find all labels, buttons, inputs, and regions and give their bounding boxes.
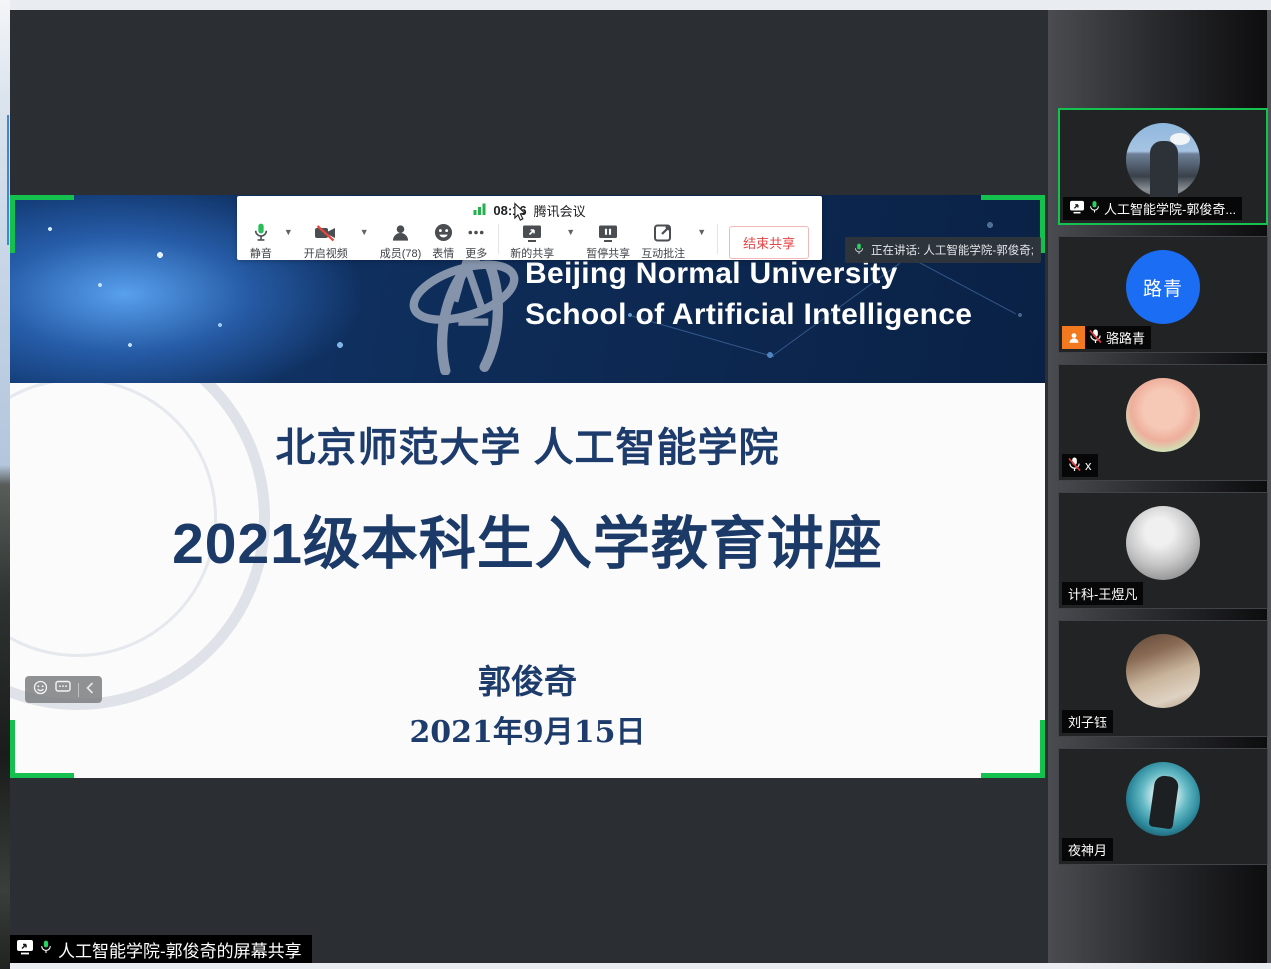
speaking-indicator: 正在讲话: 人工智能学院-郭俊奇; [845,237,1041,263]
mute-label: 静音 [250,245,272,261]
participant-label: 刘子钰 [1062,710,1113,733]
annotate-pen-icon [653,222,673,243]
toolbar-divider [717,224,718,254]
signal-icon [473,203,486,218]
mic-on-icon [1089,200,1100,217]
participant-name: 骆路青 [1106,328,1145,347]
toolbar-divider [498,224,499,254]
pause-share-label: 暂停共享 [586,245,630,261]
mute-dropdown-caret-icon[interactable]: ▼ [284,227,293,237]
avatar: 路青 [1126,250,1200,324]
share-status-text: 人工智能学院-郭俊奇的屏幕共享 [58,937,302,962]
participant-label: 夜神月 [1062,838,1113,861]
annotate-button[interactable]: 互动批注 [641,222,685,261]
end-share-button[interactable]: 结束共享 [729,226,809,259]
pause-share-button[interactable]: 暂停共享 [586,222,630,261]
participant-name: 夜神月 [1068,840,1107,859]
annotate-label: 互动批注 [641,245,685,261]
share-bracket-bottom-right [981,720,1045,778]
participant-name: 人工智能学院-郭俊奇... [1104,199,1236,218]
member-badge-icon [1062,326,1085,349]
toolbar-status-row: 08:16 腾讯会议 [237,201,822,220]
avatar [1126,378,1200,452]
avatar [1126,762,1200,836]
mic-on-icon [854,242,864,259]
new-share-dropdown-caret-icon[interactable]: ▼ [566,227,575,237]
annotate-dropdown-caret-icon[interactable]: ▼ [697,227,706,237]
camera-off-icon [314,222,337,243]
new-share-label: 新的共享 [510,245,554,261]
participant-tile[interactable]: 夜神月 [1058,748,1268,865]
smiley-icon [434,222,453,243]
microphone-icon [253,222,269,243]
participant-tile[interactable]: 计科-王煜凡 [1058,492,1268,609]
person-icon [391,222,410,243]
mute-button[interactable]: 静音 [250,222,272,261]
members-label: 成员(78) [380,245,422,261]
mic-muted-icon [1068,457,1081,475]
shared-screen-slide: Beijing Normal University School of Arti… [10,195,1045,778]
meeting-toolbar: 08:16 腾讯会议 静音 ▼ 开启视频 ▼ 成员(78) [237,196,822,260]
divider [78,683,79,697]
participant-label: 骆路青 [1062,326,1151,349]
slide-presenter: 郭俊奇 [10,655,1045,703]
slide-title: 2021级本科生入学教育讲座 [10,498,1045,580]
members-button[interactable]: 成员(78) [380,222,422,261]
slide-header-line2: School of Artificial Intelligence [525,294,972,335]
screen-share-icon [16,939,34,960]
desktop-edge-accent [7,115,9,245]
reaction-mini-toolbar[interactable] [25,676,102,703]
start-video-button[interactable]: 开启视频 [304,222,348,261]
participant-label: 计科-王煜凡 [1062,582,1143,605]
emoji-label: 表情 [432,245,454,261]
avatar [1126,634,1200,708]
participant-name: x [1085,458,1092,473]
share-status-bar: 人工智能学院-郭俊奇的屏幕共享 [10,935,312,963]
mic-muted-icon [1089,329,1102,347]
screen-share-icon [1069,200,1085,217]
ellipsis-icon [465,222,487,243]
chat-bubble-icon[interactable] [55,680,71,699]
participant-name: 计科-王煜凡 [1068,584,1137,603]
slide-header-text: Beijing Normal University School of Arti… [525,253,972,335]
bnu-ai-logo-icon [408,243,520,380]
speaking-indicator-text: 正在讲话: 人工智能学院-郭俊奇; [871,242,1034,258]
slide-date: 2021年9月15日 [10,707,1045,751]
emoji-button[interactable]: 表情 [432,222,454,261]
participant-tile[interactable]: 刘子钰 [1058,620,1268,737]
participant-label: 人工智能学院-郭俊奇... [1063,197,1242,220]
participant-tile[interactable]: 路青 骆路青 [1058,236,1268,353]
share-bracket-bottom-left [10,720,74,778]
new-share-button[interactable]: 新的共享 [510,222,554,261]
share-bracket-top-left [10,195,74,253]
mouse-cursor [513,202,528,227]
participant-tile[interactable]: x [1058,364,1268,481]
participant-name: 刘子钰 [1068,712,1107,731]
pause-share-icon [597,222,619,243]
avatar [1126,123,1200,197]
more-label: 更多 [465,245,487,261]
app-title: 腾讯会议 [534,201,586,220]
start-video-label: 开启视频 [304,245,348,261]
toolbar-buttons-row: 静音 ▼ 开启视频 ▼ 成员(78) 表情 更多 [237,220,822,258]
emoji-reaction-icon[interactable] [33,680,48,700]
avatar [1126,506,1200,580]
participant-tile[interactable]: 人工智能学院-郭俊奇... [1058,108,1268,225]
participant-label: x [1062,454,1098,477]
mic-on-icon [40,939,52,960]
collapse-chevron-icon[interactable] [86,681,94,699]
more-button[interactable]: 更多 [465,222,487,261]
slide-subtitle: 北京师范大学 人工智能学院 [10,415,1045,473]
video-dropdown-caret-icon[interactable]: ▼ [360,227,369,237]
